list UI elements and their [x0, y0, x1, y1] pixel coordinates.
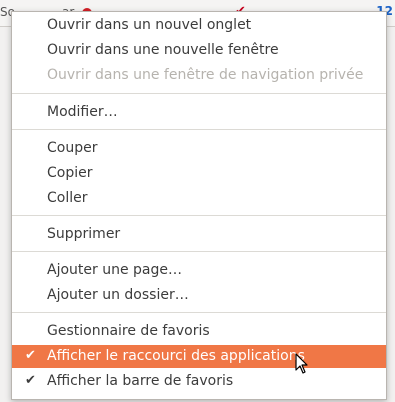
menu-item-add-page[interactable]: Ajouter une page…	[12, 259, 386, 281]
menu-item-label: Afficher le raccourci des applications	[47, 348, 305, 364]
menu-item-show-bookmarks-bar[interactable]: ✔ Afficher la barre de favoris	[12, 370, 386, 392]
menu-item-open-new-tab[interactable]: Ouvrir dans un nouvel onglet	[12, 14, 386, 36]
menu-item-label: Afficher la barre de favoris	[47, 373, 234, 389]
menu-item-label: Gestionnaire de favoris	[47, 323, 210, 339]
menu-item-paste[interactable]: Coller	[12, 187, 386, 209]
menu-item-open-private-window: Ouvrir dans une fenêtre de navigation pr…	[12, 64, 386, 86]
menu-item-label: Ajouter une page…	[47, 262, 182, 278]
mouse-pointer-icon	[295, 353, 308, 374]
menu-item-add-folder[interactable]: Ajouter un dossier…	[12, 284, 386, 306]
menu-separator	[12, 251, 386, 252]
checkmark-icon: ✔	[25, 348, 36, 363]
menu-item-copy[interactable]: Copier	[12, 162, 386, 184]
checkmark-icon: ✔	[25, 373, 36, 388]
menu-item-label: Supprimer	[47, 226, 121, 242]
menu-item-delete[interactable]: Supprimer	[12, 223, 386, 245]
menu-separator	[12, 312, 386, 313]
menu-item-show-apps-shortcut[interactable]: ✔ Afficher le raccourci des applications	[12, 345, 386, 368]
menu-item-edit[interactable]: Modifier…	[12, 101, 386, 123]
menu-separator	[12, 129, 386, 130]
bookmark-context-menu: Ouvrir dans un nouvel onglet Ouvrir dans…	[11, 11, 387, 400]
menu-item-label: Copier	[47, 165, 93, 181]
menu-item-open-new-window[interactable]: Ouvrir dans une nouvelle fenêtre	[12, 39, 386, 61]
menu-item-label: Ouvrir dans une nouvelle fenêtre	[47, 42, 279, 58]
menu-item-label: Ajouter un dossier…	[47, 287, 189, 303]
menu-item-label: Ouvrir dans une fenêtre de navigation pr…	[47, 67, 364, 83]
menu-item-cut[interactable]: Couper	[12, 137, 386, 159]
menu-item-bookmark-manager[interactable]: Gestionnaire de favoris	[12, 320, 386, 342]
menu-separator	[12, 215, 386, 216]
menu-item-label: Ouvrir dans un nouvel onglet	[47, 17, 252, 33]
menu-item-label: Modifier…	[47, 104, 118, 120]
menu-item-label: Coller	[47, 190, 88, 206]
menu-item-label: Couper	[47, 140, 98, 156]
menu-separator	[12, 93, 386, 94]
